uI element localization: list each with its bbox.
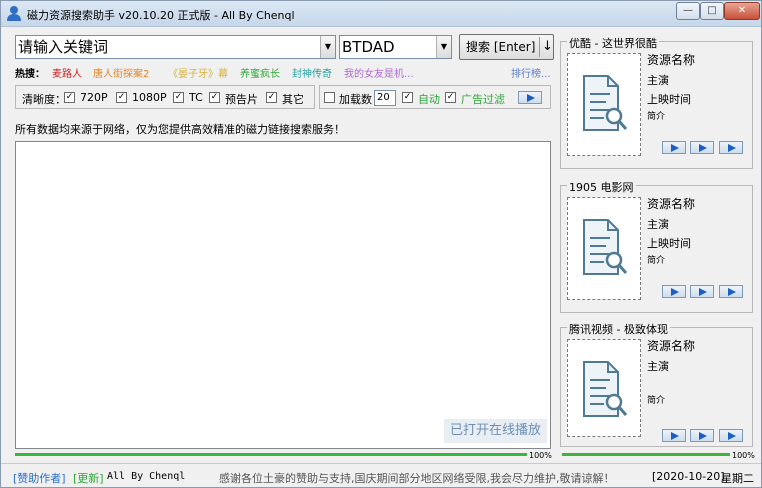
checkbox-ad-filter[interactable]: ✓ — [445, 92, 456, 103]
poster-placeholder[interactable] — [567, 197, 641, 300]
minimize-button[interactable]: — — [676, 2, 700, 20]
checkbox-label: TC — [189, 91, 203, 104]
button-divider — [539, 37, 540, 57]
document-search-icon — [583, 361, 628, 417]
checkbox-label: 预告片 — [225, 93, 258, 106]
resource-name: 资源名称 — [647, 197, 696, 211]
app-window: 磁力资源搜索助手 v20.10.20 正式版 - All By Chenql —… — [0, 0, 762, 488]
hot-item[interactable]: 唐人街探案2 — [93, 65, 149, 80]
engine-select[interactable]: BTDAD ▼ — [339, 35, 452, 59]
play-button[interactable] — [690, 141, 714, 154]
hot-item[interactable]: 麦路人 — [52, 65, 82, 80]
checkbox-label: 720P — [80, 91, 108, 104]
notice-text: 所有数据均来源于网络，仅为您提供高效精准的磁力链接搜索服务！ — [15, 123, 345, 136]
load-label: 加载数 — [339, 93, 372, 106]
resource-date: 上映时间 — [647, 237, 691, 250]
checkbox-720p[interactable]: ✓ — [64, 92, 75, 103]
hot-item[interactable]: 封神传奇 — [292, 65, 332, 80]
status-bar: [赞助作者] [更新] All By Chenql 感谢各位土豪的赞助与支持,国… — [1, 463, 761, 487]
checkbox-label: 其它 — [282, 93, 304, 106]
poster-placeholder[interactable] — [567, 53, 641, 156]
resource-desc: 简介 — [647, 256, 666, 266]
document-search-icon — [583, 75, 628, 131]
resource-star: 主演 — [647, 74, 669, 87]
play-button[interactable] — [690, 429, 714, 442]
resource-desc: 简介 — [647, 396, 666, 406]
auto-label: 自动 — [418, 93, 440, 106]
panel-title: 1905 电影网 — [567, 179, 636, 195]
engine-value: BTDAD — [342, 38, 395, 56]
resource-date: 上映时间 — [647, 93, 691, 106]
panel-title: 优酷 - 这世界很酷 — [567, 35, 659, 51]
app-user-icon — [7, 6, 21, 21]
update-link[interactable]: [更新] — [73, 470, 104, 486]
poster-placeholder[interactable] — [567, 339, 641, 437]
author-text: All By Chenql — [107, 471, 186, 482]
hot-label: 热搜： — [15, 69, 45, 80]
hot-item[interactable]: 养蜜疯长 — [240, 65, 280, 80]
ranking-link[interactable]: 排行榜... — [511, 65, 551, 80]
load-options: 加载数 20 ✓ 自动 ✓ 广告过滤 — [319, 85, 551, 109]
resolution-label: 清晰度： — [22, 93, 66, 106]
checkbox-trailer[interactable]: ✓ — [209, 92, 220, 103]
search-button[interactable]: 搜索 [Enter] ↓ — [459, 34, 554, 60]
resource-star: 主演 — [647, 360, 669, 373]
search-button-label: 搜索 [Enter] — [466, 40, 536, 54]
close-button[interactable]: ✕ — [724, 2, 760, 20]
recommend-panel-tencent: 腾讯视频 - 极致体现 资源名称 主演 简介 — [560, 321, 753, 447]
resource-name: 资源名称 — [647, 53, 696, 67]
checkbox-load[interactable] — [324, 92, 335, 103]
keyword-input[interactable]: 请输入关键词 — [18, 36, 108, 58]
ad-filter-label: 广告过滤 — [461, 93, 505, 106]
panel-title: 腾讯视频 - 极致体现 — [567, 321, 670, 337]
checkbox-tc[interactable]: ✓ — [173, 92, 184, 103]
recommend-panel-youku: 优酷 - 这世界很酷 资源名称 主演 上映时间 简介 — [560, 35, 753, 169]
results-list[interactable] — [15, 141, 551, 449]
play-button[interactable] — [690, 285, 714, 298]
play-button[interactable] — [662, 141, 686, 154]
window-title: 磁力资源搜索助手 v20.10.20 正式版 - All By Chenql — [27, 9, 295, 22]
online-play-label[interactable]: 已打开在线播放 — [444, 419, 547, 443]
recommend-panel-1905: 1905 电影网 资源名称 主演 上映时间 简介 — [560, 179, 753, 313]
play-button[interactable] — [719, 141, 743, 154]
resource-star: 主演 — [647, 218, 669, 231]
document-search-icon — [583, 219, 628, 275]
play-button[interactable] — [662, 285, 686, 298]
resource-name: 资源名称 — [647, 339, 696, 353]
hot-item[interactable]: 我的女友是机... — [344, 65, 414, 80]
status-message: 感谢各位土豪的赞助与支持,国庆期间部分地区网络受限,我会尽力维护,敬请谅解！ — [219, 472, 615, 485]
arrow-down-icon[interactable]: ↓ — [542, 35, 553, 59]
sponsor-link[interactable]: [赞助作者] — [13, 470, 66, 486]
resolution-filter: 清晰度： ✓ 720P ✓ 1080P ✓ TC ✓ 预告片 ✓ 其它 — [15, 85, 315, 109]
play-button[interactable] — [719, 285, 743, 298]
checkbox-other[interactable]: ✓ — [266, 92, 277, 103]
play-button[interactable] — [719, 429, 743, 442]
checkbox-label: 1080P — [132, 91, 167, 104]
resource-desc: 简介 — [647, 112, 666, 122]
side-progress-bar — [562, 453, 730, 456]
title-bar: 磁力资源搜索助手 v20.10.20 正式版 - All By Chenql —… — [1, 1, 761, 27]
hot-item[interactable]: 《晏子牙》幕 — [168, 65, 228, 80]
play-button[interactable] — [518, 91, 542, 104]
checkbox-1080p[interactable]: ✓ — [116, 92, 127, 103]
status-weekday: 星期二 — [721, 472, 754, 485]
main-progress-label: 100% — [529, 451, 552, 460]
chevron-down-icon[interactable]: ▼ — [436, 36, 451, 58]
main-progress-bar — [15, 453, 527, 456]
keyword-combo[interactable]: 请输入关键词 ▼ — [15, 35, 336, 59]
status-date: [2020-10-20] — [652, 470, 725, 483]
checkbox-auto[interactable]: ✓ — [402, 92, 413, 103]
maximize-button[interactable]: □ — [700, 2, 724, 20]
side-progress-label: 100% — [732, 451, 755, 460]
load-count-input[interactable]: 20 — [374, 90, 396, 106]
chevron-down-icon[interactable]: ▼ — [320, 36, 335, 58]
play-button[interactable] — [662, 429, 686, 442]
